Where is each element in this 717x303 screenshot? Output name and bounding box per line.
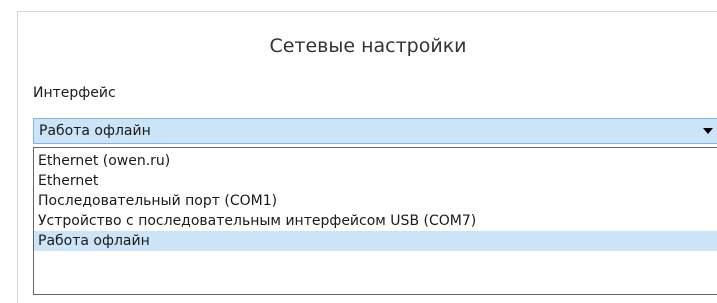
chevron-down-icon[interactable] <box>703 128 713 134</box>
interface-option-ethernet[interactable]: Ethernet <box>34 171 717 191</box>
interface-option-ethernet-owen[interactable]: Ethernet (owen.ru) <box>34 151 717 171</box>
network-settings-panel: Сетевые настройки Интерфейс Работа офлай… <box>17 11 717 303</box>
interface-combobox[interactable]: Работа офлайн <box>33 118 717 144</box>
panel-title: Сетевые настройки <box>269 35 467 57</box>
interface-label: Интерфейс <box>33 85 116 101</box>
interface-option-com1[interactable]: Последовательный порт (COM1) <box>34 191 717 211</box>
interface-dropdown-list: Ethernet (owen.ru) Ethernet Последовател… <box>33 147 717 295</box>
interface-selected-value: Работа офлайн <box>39 123 151 139</box>
interface-option-usb-com7[interactable]: Устройство с последовательным интерфейсо… <box>34 211 717 231</box>
interface-option-offline[interactable]: Работа офлайн <box>34 231 717 251</box>
